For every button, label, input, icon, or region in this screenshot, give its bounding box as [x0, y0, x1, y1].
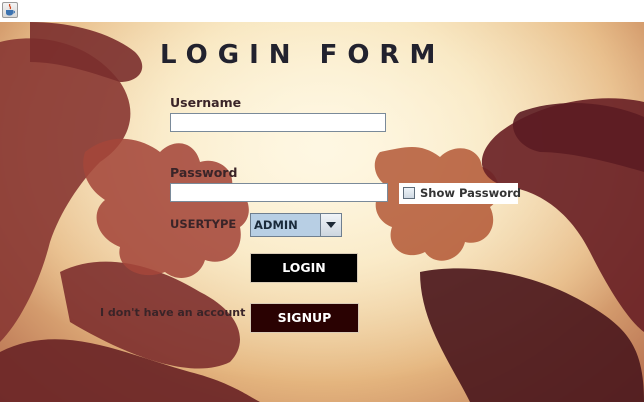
login-button[interactable]: LOGIN — [250, 253, 358, 283]
puzzle-hands-background — [0, 22, 644, 402]
username-label: Username — [170, 95, 242, 110]
usertype-selected-value: ADMIN — [254, 218, 298, 232]
password-label: Password — [170, 165, 238, 180]
account-prompt-label: I don't have an account — [100, 306, 246, 319]
show-password-label: Show Password — [420, 186, 521, 200]
signup-button[interactable]: SIGNUP — [250, 303, 359, 333]
form-title: LOGIN FORM — [160, 40, 446, 70]
usertype-dropdown[interactable]: ADMIN — [250, 213, 342, 237]
chevron-down-icon[interactable] — [320, 214, 341, 236]
usertype-label: USERTYPE — [170, 217, 237, 231]
login-panel: LOGIN FORM Username Password Show Passwo… — [0, 22, 644, 402]
java-cup-icon[interactable] — [2, 2, 18, 18]
window-titlebar — [0, 0, 644, 22]
username-input[interactable] — [170, 113, 386, 132]
password-input[interactable] — [170, 183, 388, 202]
checkbox-box[interactable] — [403, 187, 415, 199]
show-password-checkbox[interactable]: Show Password — [399, 183, 521, 204]
